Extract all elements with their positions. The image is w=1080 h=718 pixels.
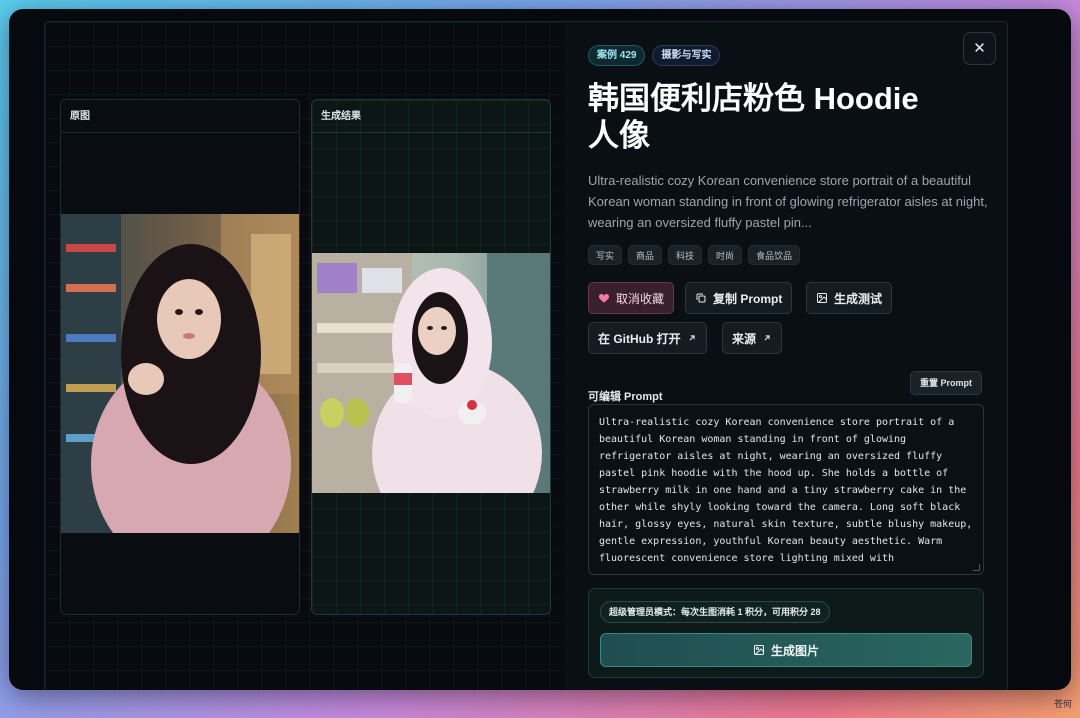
tag-item[interactable]: 商品 <box>628 245 663 265</box>
admin-credit-note: 超级管理员模式：每次生图消耗 1 积分，可用积分 28 <box>600 601 830 623</box>
test-generate-button[interactable]: 生成测试 <box>806 282 893 314</box>
case-title: 韩国便利店粉色 Hoodie 人像 <box>588 81 919 153</box>
case-detail-modal: 原图 生成结果 案例 429 摄影与写实 ✕ 韩国便利店粉色 Hoodie 人像… <box>44 21 1008 690</box>
original-image-panel: 原图 <box>60 99 300 615</box>
app-window: 原图 生成结果 案例 429 摄影与写实 ✕ 韩国便利店粉色 Hoodie 人像… <box>9 9 1071 690</box>
generate-card: 超级管理员模式：每次生图消耗 1 积分，可用积分 28 生成图片 <box>588 588 984 678</box>
original-photo[interactable] <box>61 214 299 533</box>
watermark-label: 苍何 <box>1053 699 1072 709</box>
tag-list: 写实 商品 科技 时尚 食品饮品 <box>588 245 801 265</box>
copy-prompt-button[interactable]: 复制 Prompt <box>685 282 793 314</box>
tag-item[interactable]: 食品饮品 <box>748 245 801 265</box>
external-link-icon <box>689 335 695 341</box>
image-compare-pane: 原图 生成结果 <box>45 22 565 690</box>
result-image-panel: 生成结果 <box>311 99 551 615</box>
external-link-icon <box>764 335 770 341</box>
category-badge[interactable]: 摄影与写实 <box>652 45 721 66</box>
case-description: Ultra-realistic cozy Korean convenience … <box>588 173 988 230</box>
case-number-badge: 案例 429 <box>588 45 646 66</box>
copy-prompt-label: 复制 Prompt <box>713 291 783 306</box>
editable-prompt-label: 可编辑 Prompt <box>588 391 663 403</box>
prompt-text: Ultra-realistic cozy Korean convenience … <box>599 417 973 564</box>
result-photo[interactable] <box>312 253 550 493</box>
original-image-label: 原图 <box>61 100 299 133</box>
test-generate-label: 生成测试 <box>834 291 883 306</box>
unfavorite-button[interactable]: 取消收藏 <box>588 282 675 314</box>
open-github-button[interactable]: 在 GitHub 打开 <box>588 322 707 354</box>
source-button[interactable]: 来源 <box>722 322 783 354</box>
prompt-textarea[interactable]: Ultra-realistic cozy Korean convenience … <box>588 404 984 575</box>
copy-icon <box>696 293 706 303</box>
generate-image-label: 生成图片 <box>770 643 819 658</box>
tag-item[interactable]: 写实 <box>588 245 623 265</box>
generate-image-button[interactable]: 生成图片 <box>600 633 972 667</box>
heart-icon <box>598 294 610 303</box>
open-github-label: 在 GitHub 打开 <box>598 331 681 346</box>
result-image-label: 生成结果 <box>312 100 550 133</box>
close-icon: ✕ <box>973 40 986 57</box>
image-icon <box>817 293 827 303</box>
resize-handle[interactable] <box>973 564 980 571</box>
unfavorite-label: 取消收藏 <box>616 291 665 306</box>
case-info-pane: 案例 429 摄影与写实 ✕ 韩国便利店粉色 Hoodie 人像 Ultra-r… <box>588 22 996 690</box>
image-icon <box>753 645 764 655</box>
tag-item[interactable]: 时尚 <box>708 245 743 265</box>
tag-item[interactable]: 科技 <box>668 245 703 265</box>
close-button[interactable]: ✕ <box>963 32 996 65</box>
badge-row: 案例 429 摄影与写实 <box>588 45 721 66</box>
source-label: 来源 <box>732 331 757 346</box>
reset-prompt-button[interactable]: 重置 Prompt <box>910 371 983 395</box>
